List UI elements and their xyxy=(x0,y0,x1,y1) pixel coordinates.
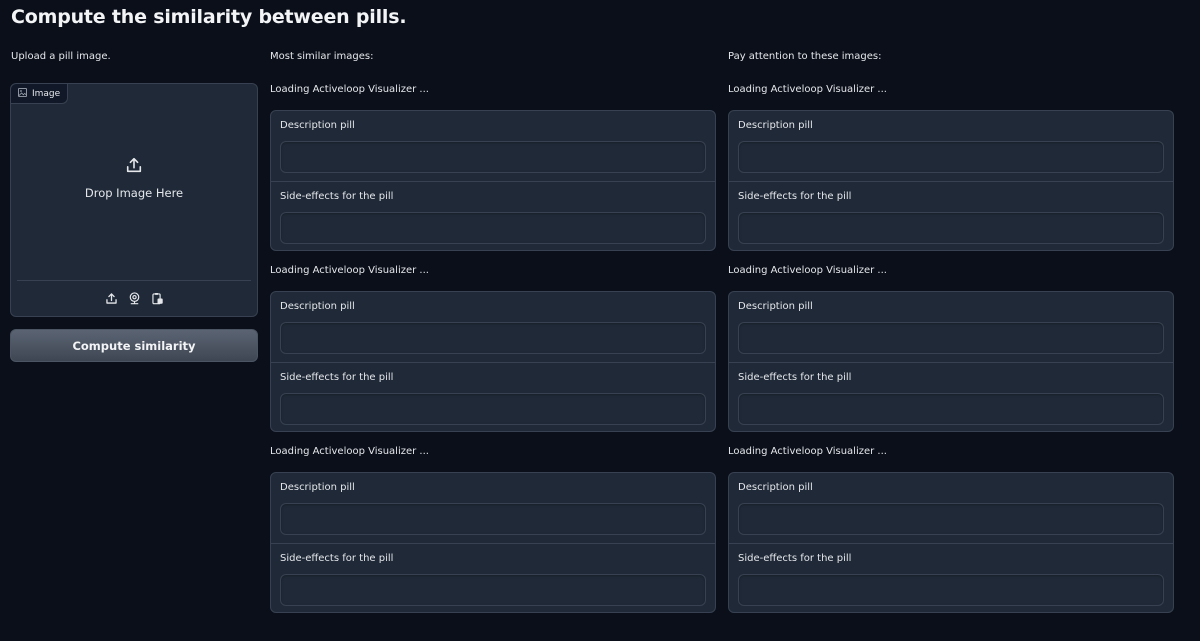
side-effects-label: Side-effects for the pill xyxy=(738,553,852,564)
description-label: Description pill xyxy=(280,482,355,493)
clipboard-icon[interactable] xyxy=(150,291,165,306)
description-field[interactable] xyxy=(280,141,706,173)
side-effects-label: Side-effects for the pill xyxy=(738,372,852,383)
pill-info-card: Description pill Side-effects for the pi… xyxy=(728,291,1174,432)
side-effects-label: Side-effects for the pill xyxy=(280,372,394,383)
side-effects-label: Side-effects for the pill xyxy=(280,191,394,202)
pill-info-card: Description pill Side-effects for the pi… xyxy=(270,291,716,432)
description-label: Description pill xyxy=(738,482,813,493)
side-effects-field[interactable] xyxy=(280,574,706,606)
description-field[interactable] xyxy=(738,503,1164,535)
side-effects-field[interactable] xyxy=(738,574,1164,606)
page-title: Compute the similarity between pills. xyxy=(11,6,407,28)
most-similar-label: Most similar images: xyxy=(270,51,374,62)
pill-info-card: Description pill Side-effects for the pi… xyxy=(728,472,1174,613)
pill-info-card: Description pill Side-effects for the pi… xyxy=(728,110,1174,251)
side-effects-label: Side-effects for the pill xyxy=(738,191,852,202)
side-effects-label: Side-effects for the pill xyxy=(280,553,394,564)
image-chip: Image xyxy=(11,84,69,104)
description-label: Description pill xyxy=(280,120,355,131)
upload-icon[interactable] xyxy=(104,291,119,306)
image-upload-area[interactable]: Image Drop Image Here xyxy=(10,83,258,317)
upload-label: Upload a pill image. xyxy=(11,51,111,62)
side-effects-field[interactable] xyxy=(738,393,1164,425)
pill-info-card: Description pill Side-effects for the pi… xyxy=(270,110,716,251)
visualizer-loading-text: Loading Activeloop Visualizer ... xyxy=(728,265,887,276)
pill-info-card: Description pill Side-effects for the pi… xyxy=(270,472,716,613)
drop-text: Drop Image Here xyxy=(84,186,184,200)
description-field[interactable] xyxy=(280,322,706,354)
upload-toolbar xyxy=(17,280,251,316)
webcam-icon[interactable] xyxy=(127,291,142,306)
side-effects-field[interactable] xyxy=(738,212,1164,244)
image-icon xyxy=(18,87,27,100)
visualizer-loading-text: Loading Activeloop Visualizer ... xyxy=(270,265,429,276)
side-effects-field[interactable] xyxy=(280,212,706,244)
description-label: Description pill xyxy=(738,301,813,312)
description-label: Description pill xyxy=(280,301,355,312)
description-field[interactable] xyxy=(280,503,706,535)
drop-zone[interactable]: Drop Image Here xyxy=(11,156,257,200)
description-field[interactable] xyxy=(738,322,1164,354)
side-effects-field[interactable] xyxy=(280,393,706,425)
visualizer-loading-text: Loading Activeloop Visualizer ... xyxy=(728,446,887,457)
upload-icon xyxy=(125,156,143,178)
pay-attention-label: Pay attention to these images: xyxy=(728,51,882,62)
compute-similarity-button[interactable]: Compute similarity xyxy=(10,329,258,362)
description-label: Description pill xyxy=(738,120,813,131)
visualizer-loading-text: Loading Activeloop Visualizer ... xyxy=(270,446,429,457)
description-field[interactable] xyxy=(738,141,1164,173)
image-chip-label: Image xyxy=(32,88,61,99)
visualizer-loading-text: Loading Activeloop Visualizer ... xyxy=(270,84,429,95)
visualizer-loading-text: Loading Activeloop Visualizer ... xyxy=(728,84,887,95)
